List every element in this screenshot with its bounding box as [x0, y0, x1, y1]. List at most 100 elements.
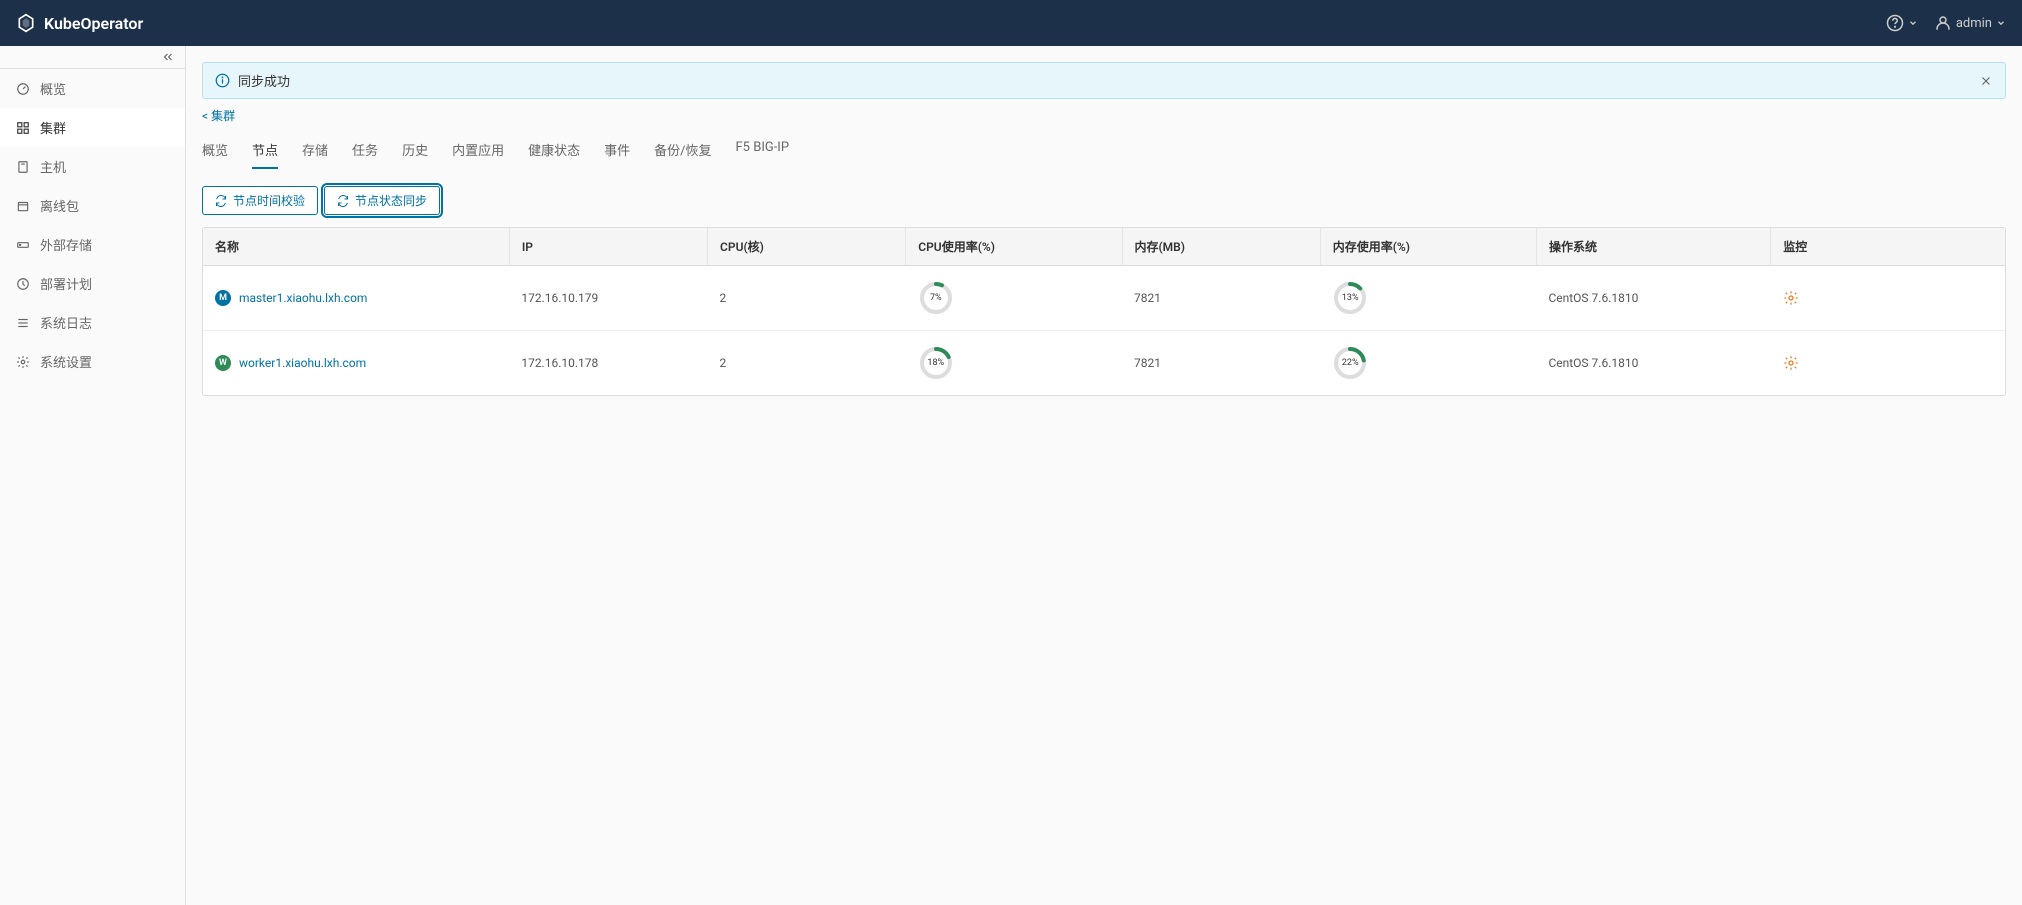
collapse-icon: [161, 50, 175, 64]
sidebar-item-package[interactable]: 离线包: [0, 186, 185, 225]
cluster-icon: [16, 121, 30, 135]
gauge-value: 18%: [927, 358, 944, 368]
col-name: 名称: [203, 228, 509, 266]
node-name-link[interactable]: master1.xiaohu.lxh.com: [239, 291, 367, 305]
monitor-button[interactable]: [1783, 355, 1993, 371]
success-alert: 同步成功: [202, 62, 2006, 99]
cell-cpu: 2: [708, 266, 906, 331]
close-icon: [1979, 74, 1993, 88]
node-badge: W: [215, 355, 231, 371]
usage-gauge: 18%: [918, 345, 954, 381]
usage-gauge: 13%: [1332, 280, 1368, 316]
tab-5[interactable]: 内置应用: [452, 132, 504, 169]
app-name: KubeOperator: [44, 14, 143, 33]
cell-cpu: 2: [708, 331, 906, 396]
sidebar-item-label: 集群: [40, 118, 66, 137]
sidebar-item-label: 离线包: [40, 196, 79, 215]
gauge-value: 7%: [930, 293, 942, 303]
sidebar-item-settings[interactable]: 系统设置: [0, 342, 185, 381]
cell-cpu-usage: 7%: [906, 266, 1122, 331]
table-header-row: 名称 IP CPU(核) CPU使用率(%) 内存(MB) 内存使用率(%) 操…: [203, 228, 2005, 266]
action-bar: 节点时间校验 节点状态同步: [202, 186, 2006, 215]
sidebar-item-log[interactable]: 系统日志: [0, 303, 185, 342]
plan-icon: [16, 277, 30, 291]
usage-gauge: 7%: [918, 280, 954, 316]
user-icon: [1934, 14, 1952, 32]
tab-8[interactable]: 备份/恢复: [654, 132, 711, 169]
col-cpu: CPU(核): [708, 228, 906, 266]
storage-icon: [16, 238, 30, 252]
gauge-value: 13%: [1342, 293, 1359, 303]
cell-memory: 7821: [1122, 266, 1320, 331]
cell-ip: 172.16.10.178: [509, 331, 707, 396]
tab-1[interactable]: 节点: [252, 132, 278, 169]
alert-message: 同步成功: [238, 71, 290, 90]
package-icon: [16, 199, 30, 213]
col-memory-usage: 内存使用率(%): [1320, 228, 1536, 266]
tabs: 概览节点存储任务历史内置应用健康状态事件备份/恢复 F5 BIG-IP: [202, 132, 2006, 170]
table-row: Mmaster1.xiaohu.lxh.com 172.16.10.1792 7% 7…: [203, 266, 2005, 331]
settings-icon: [16, 355, 30, 369]
log-icon: [16, 316, 30, 330]
sidebar: 概览集群主机离线包外部存储部署计划系统日志系统设置: [0, 46, 186, 905]
sidebar-item-dashboard[interactable]: 概览: [0, 69, 185, 108]
host-icon: [16, 160, 30, 174]
tab-3[interactable]: 任务: [352, 132, 378, 169]
app-logo[interactable]: KubeOperator: [16, 13, 143, 33]
node-time-check-button[interactable]: 节点时间校验: [202, 186, 318, 215]
sidebar-item-host[interactable]: 主机: [0, 147, 185, 186]
sidebar-item-cluster[interactable]: 集群: [0, 108, 185, 147]
tab-9[interactable]: F5 BIG-IP: [736, 132, 790, 169]
cell-cpu-usage: 18%: [906, 331, 1122, 396]
tab-7[interactable]: 事件: [604, 132, 630, 169]
user-name: admin: [1956, 16, 1992, 31]
cell-memory-usage: 22%: [1320, 331, 1536, 396]
table-row: Wworker1.xiaohu.lxh.com 172.16.10.1782 18%…: [203, 331, 2005, 396]
sidebar-item-label: 系统日志: [40, 313, 92, 332]
info-icon: [215, 73, 230, 88]
user-menu[interactable]: admin: [1934, 14, 2006, 32]
col-os: 操作系统: [1536, 228, 1770, 266]
sidebar-item-label: 主机: [40, 157, 66, 176]
sidebar-item-plan[interactable]: 部署计划: [0, 264, 185, 303]
sidebar-item-storage[interactable]: 外部存储: [0, 225, 185, 264]
sidebar-item-label: 外部存储: [40, 235, 92, 254]
cell-memory-usage: 13%: [1320, 266, 1536, 331]
tab-0[interactable]: 概览: [202, 132, 228, 169]
node-name-link[interactable]: worker1.xiaohu.lxh.com: [239, 356, 366, 370]
app-header: KubeOperator admin: [0, 0, 2022, 46]
monitor-button[interactable]: [1783, 290, 1993, 306]
cell-ip: 172.16.10.179: [509, 266, 707, 331]
tab-2[interactable]: 存储: [302, 132, 328, 169]
col-ip: IP: [509, 228, 707, 266]
breadcrumb-back[interactable]: < 集群: [202, 107, 2006, 124]
chevron-down-icon: [1908, 18, 1918, 28]
alert-close-button[interactable]: [1979, 74, 1993, 88]
cell-os: CentOS 7.6.1810: [1536, 266, 1770, 331]
main-content: 同步成功 < 集群 概览节点存储任务历史内置应用健康状态事件备份/恢复 F5 BI…: [186, 46, 2022, 412]
col-monitor: 监控: [1771, 228, 2005, 266]
sidebar-item-label: 部署计划: [40, 274, 92, 293]
sync-icon: [337, 195, 349, 207]
sidebar-collapse-button[interactable]: [0, 46, 185, 69]
sidebar-item-label: 概览: [40, 79, 66, 98]
gauge-value: 22%: [1342, 358, 1359, 368]
tab-4[interactable]: 历史: [402, 132, 428, 169]
tab-6[interactable]: 健康状态: [528, 132, 580, 169]
logo-icon: [16, 13, 36, 33]
cell-memory: 7821: [1122, 331, 1320, 396]
sidebar-item-label: 系统设置: [40, 352, 92, 371]
help-icon: [1886, 14, 1904, 32]
node-badge: M: [215, 290, 231, 306]
usage-gauge: 22%: [1332, 345, 1368, 381]
dashboard-icon: [16, 82, 30, 96]
sync-icon: [215, 195, 227, 207]
col-memory: 内存(MB): [1122, 228, 1320, 266]
nodes-table: 名称 IP CPU(核) CPU使用率(%) 内存(MB) 内存使用率(%) 操…: [202, 227, 2006, 396]
help-menu[interactable]: [1886, 14, 1918, 32]
col-cpu-usage: CPU使用率(%): [906, 228, 1122, 266]
chevron-down-icon: [1996, 18, 2006, 28]
node-status-sync-button[interactable]: 节点状态同步: [324, 186, 440, 215]
header-right: admin: [1886, 14, 2006, 32]
cell-os: CentOS 7.6.1810: [1536, 331, 1770, 396]
